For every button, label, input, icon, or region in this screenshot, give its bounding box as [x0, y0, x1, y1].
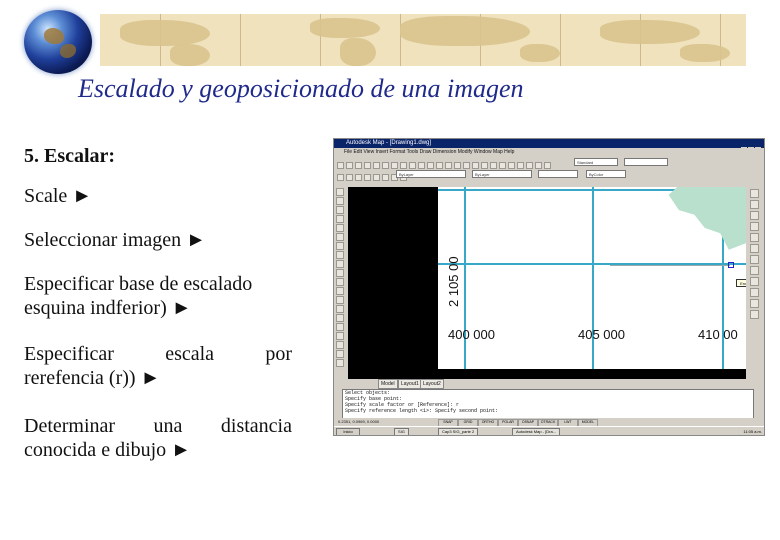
command-line[interactable]: Select objects: Specify base point: Spec… [342, 389, 754, 419]
autodesk-map-screenshot: Autodesk Map - [Drawing1.dwg] File Edit … [333, 138, 765, 436]
window-controls[interactable] [740, 140, 762, 153]
step-base-line1: Especificar base de escalado [24, 273, 253, 295]
draw-toolbar[interactable] [335, 187, 345, 387]
tab-layout1[interactable]: Layout1 [398, 379, 422, 389]
color-combo[interactable]: ByColor [586, 170, 626, 178]
endpoint-tooltip: Endpoint [736, 279, 746, 287]
step-factor-word2: escala [165, 343, 215, 365]
layout-tabs[interactable]: Model Layout1 Layout2 [348, 379, 746, 389]
windows-taskbar: Inicio SIG Cap3 SIG_parte 2 Autodesk Map… [334, 426, 764, 435]
layer-combo[interactable]: ByLayer [396, 170, 466, 178]
modify-toolbar[interactable] [748, 187, 760, 337]
step-base-line2: esquina indferior) ► [24, 297, 192, 319]
step-scale: Scale ► [24, 185, 93, 207]
lineweight-combo[interactable] [538, 170, 578, 178]
step-dist-word3: distancia [220, 415, 292, 437]
taskbar-item[interactable]: SIG [394, 428, 409, 435]
step-dist-line2: conocida e dibujo ► [24, 439, 191, 461]
taskbar-clock: 11:05 a.m. [743, 429, 762, 434]
status-bar: 0.2351, 0.0969, 0.0000 SNAP GRID ORTHO P… [334, 418, 764, 427]
step-reference-scale: Especificar escala por rerefencia (r)) ► [24, 342, 292, 390]
menu-items[interactable]: File Edit View Insert Format Tools Draw … [344, 148, 514, 156]
step-dist-word1: Determinar [24, 415, 116, 437]
x-coordinate-label: 400 000 [448, 327, 495, 342]
start-button[interactable]: Inicio [336, 428, 360, 435]
tab-model[interactable]: Model [378, 379, 398, 389]
step-factor-word3: por [265, 343, 292, 365]
tracking-line [610, 265, 730, 266]
step-known-distance: Determinar una distancia conocida e dibu… [24, 414, 292, 462]
world-map-banner [100, 14, 746, 66]
standard-toolbar[interactable] [336, 157, 552, 169]
command-line-text: Specify reference length <1>: Specify se… [345, 408, 499, 414]
window-titlebar: Autodesk Map - [Drawing1.dwg] [334, 139, 764, 153]
drawing-canvas[interactable]: Endpoint 2 105 00 400 000 405 000 410 00 [348, 187, 746, 379]
step-select-image: Seleccionar imagen ► [24, 229, 206, 251]
window-title: Autodesk Map - [Drawing1.dwg] [346, 140, 432, 146]
y-coordinate-label: 2 105 00 [446, 256, 461, 307]
taskbar-item[interactable]: Cap3 SIG_parte 2 [438, 428, 479, 435]
menu-bar[interactable]: File Edit View Insert Format Tools Draw … [334, 148, 764, 156]
step-dist-word2: una [153, 415, 183, 437]
dim-style-combo[interactable] [624, 158, 668, 166]
step-factor-word1: Especificar [24, 343, 114, 365]
x-coordinate-label: 410 00 [698, 327, 738, 342]
page-title: Escalado y geoposicionado de una imagen [78, 74, 524, 103]
cursor-coordinates: 0.2351, 0.0969, 0.0000 [338, 419, 380, 424]
taskbar-item[interactable]: Autodesk Map - [Dra... [512, 428, 561, 435]
step-factor-line2: rerefencia (r)) ► [24, 367, 161, 389]
globe-logo [24, 10, 92, 74]
x-coordinate-label: 405 000 [578, 327, 625, 342]
tab-layout2[interactable]: Layout2 [420, 379, 444, 389]
step-heading: 5. Escalar: [24, 145, 116, 167]
linetype-combo[interactable]: ByLayer [472, 170, 532, 178]
text-style-combo[interactable]: Standard [574, 158, 618, 166]
endpoint-snap-marker [728, 262, 734, 268]
step-base-point: Especificar base de escalado esquina ind… [24, 272, 292, 320]
